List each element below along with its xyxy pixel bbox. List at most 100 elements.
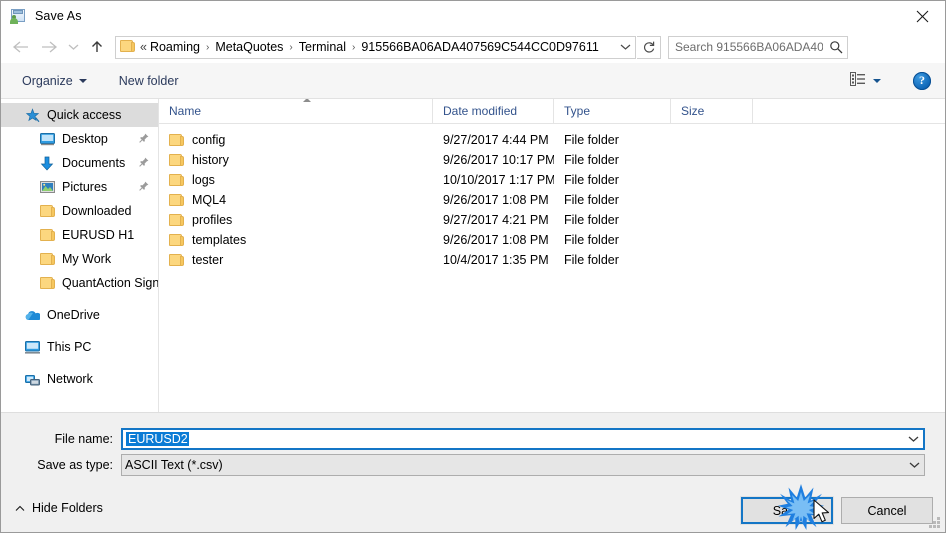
search-icon[interactable] [825, 40, 847, 54]
breadcrumb-separator[interactable]: › [284, 42, 297, 53]
file-name-cell: MQL4 [159, 190, 433, 210]
refresh-icon[interactable] [637, 35, 661, 59]
folder-icon [169, 194, 184, 206]
table-row[interactable]: history 9/26/2017 10:17 PM File folder [159, 150, 945, 170]
sort-ascending-icon [303, 99, 311, 102]
chevron-down-icon[interactable] [615, 37, 635, 58]
hide-folders-button[interactable]: Hide Folders [15, 501, 103, 515]
sidebar-item-label: My Work [62, 252, 112, 266]
column-header-type[interactable]: Type [554, 99, 671, 123]
sidebar-item-label: EURUSD H1 [62, 228, 135, 242]
file-date-cell: 9/26/2017 1:08 PM [443, 233, 549, 247]
folder-icon [169, 234, 184, 246]
chevron-down-icon [873, 78, 881, 83]
title-bar: Save As [1, 1, 945, 31]
sidebar-item-my-work[interactable]: My Work [1, 247, 158, 271]
pictures-icon [39, 179, 55, 195]
sidebar-item-this-pc[interactable]: This PC [1, 335, 158, 359]
folder-icon [39, 203, 55, 219]
column-header-date[interactable]: Date modified [433, 99, 554, 123]
table-row[interactable]: MQL4 9/26/2017 1:08 PM File folder [159, 190, 945, 210]
table-row[interactable]: logs 10/10/2017 1:17 PM File folder [159, 170, 945, 190]
file-name-label: templates [192, 233, 247, 247]
network-icon [24, 371, 40, 387]
file-size-cell [671, 210, 753, 230]
sidebar-item-label: Quick access [47, 108, 122, 122]
sidebar-item-label: Pictures [62, 180, 108, 194]
breadcrumb-separator[interactable]: › [201, 42, 214, 53]
cancel-button[interactable]: Cancel [841, 497, 933, 524]
organize-button[interactable]: Organize [14, 70, 95, 92]
column-header-name[interactable]: Name [159, 99, 433, 123]
file-size-cell [671, 150, 753, 170]
table-row[interactable]: tester 10/4/2017 1:35 PM File folder [159, 250, 945, 270]
file-name-cell: templates [159, 230, 433, 250]
help-icon[interactable]: ? [913, 71, 931, 90]
chevron-down-icon[interactable] [903, 435, 923, 443]
close-icon[interactable] [899, 1, 945, 31]
sidebar-item-label: Downloaded [62, 204, 132, 218]
table-row[interactable]: templates 9/26/2017 1:08 PM File folder [159, 230, 945, 250]
search-input[interactable] [669, 39, 825, 55]
chevron-down-icon[interactable] [904, 461, 924, 469]
file-name-label: history [192, 153, 229, 167]
folder-icon [169, 174, 184, 186]
breadcrumb-item-1[interactable]: MetaQuotes [214, 40, 284, 54]
breadcrumb-item-2[interactable]: Terminal [298, 40, 347, 54]
file-size-cell [671, 250, 753, 270]
file-type-cell: File folder [564, 193, 619, 207]
pin-icon[interactable] [139, 180, 149, 194]
file-name-label: tester [192, 253, 224, 267]
file-size-cell [671, 170, 753, 190]
forward-arrow-icon[interactable] [35, 34, 63, 60]
filename-input[interactable]: EURUSD2 [121, 428, 925, 450]
savetype-select[interactable]: ASCII Text (*.csv) [121, 454, 925, 476]
save-as-icon [10, 8, 26, 24]
sidebar-item-onedrive[interactable]: OneDrive [1, 303, 158, 327]
sidebar-item-quantaction-signal[interactable]: QuantAction Signal [1, 271, 158, 295]
breadcrumb-item-0[interactable]: Roaming [149, 40, 201, 54]
resize-grip-icon[interactable] [929, 517, 941, 529]
column-header-size[interactable]: Size [671, 99, 753, 123]
breadcrumb-item-3[interactable]: 915566BA06ADA407569C544CC0D97611 [360, 40, 599, 54]
folder-icon [39, 227, 55, 243]
this-pc-icon [24, 339, 40, 355]
file-type-cell: File folder [564, 233, 619, 247]
sidebar-item-label: This PC [47, 340, 92, 354]
sidebar-item-network[interactable]: Network [1, 367, 158, 391]
sidebar-item-documents[interactable]: Documents [1, 151, 158, 175]
new-folder-button[interactable]: New folder [111, 70, 187, 92]
file-size-cell [671, 190, 753, 210]
file-name-cell: history [159, 150, 433, 170]
sidebar-item-pictures[interactable]: Pictures [1, 175, 158, 199]
sidebar-item-label: Network [47, 372, 93, 386]
search-box[interactable] [668, 35, 848, 59]
table-row[interactable]: profiles 9/27/2017 4:21 PM File folder [159, 210, 945, 230]
breadcrumb-overflow[interactable]: « [139, 40, 149, 54]
save-as-dialog: Save As « Roaming › MetaQuotes › Termina… [0, 0, 946, 533]
back-arrow-icon[interactable] [7, 34, 35, 60]
sidebar-item-downloaded[interactable]: Downloaded [1, 199, 158, 223]
file-name-cell: config [159, 130, 433, 150]
pin-icon[interactable] [139, 132, 149, 146]
save-button[interactable]: Save [740, 496, 834, 525]
change-view-button[interactable] [844, 68, 887, 93]
breadcrumb-separator[interactable]: › [347, 42, 360, 53]
recent-locations-chevron-icon[interactable] [63, 34, 83, 60]
sidebar-item-quick-access[interactable]: Quick access [1, 103, 158, 127]
sidebar-item-label: Documents [62, 156, 126, 170]
address-bar[interactable]: « Roaming › MetaQuotes › Terminal › 9155… [115, 35, 636, 59]
command-bar: Organize New folder ? [1, 63, 945, 99]
navigation-pane[interactable]: Quick access Desktop Documents Pictures Down… [1, 99, 159, 412]
table-row[interactable]: config 9/27/2017 4:44 PM File folder [159, 130, 945, 150]
sidebar-item-eurusd-h1[interactable]: EURUSD H1 [1, 223, 158, 247]
file-list[interactable]: Name Date modified Type Size config 9/27/… [159, 99, 945, 412]
file-name-label: logs [192, 173, 215, 187]
pin-icon[interactable] [139, 156, 149, 170]
folder-icon [39, 251, 55, 267]
up-arrow-icon[interactable] [83, 34, 111, 60]
sidebar-item-desktop[interactable]: Desktop [1, 127, 158, 151]
